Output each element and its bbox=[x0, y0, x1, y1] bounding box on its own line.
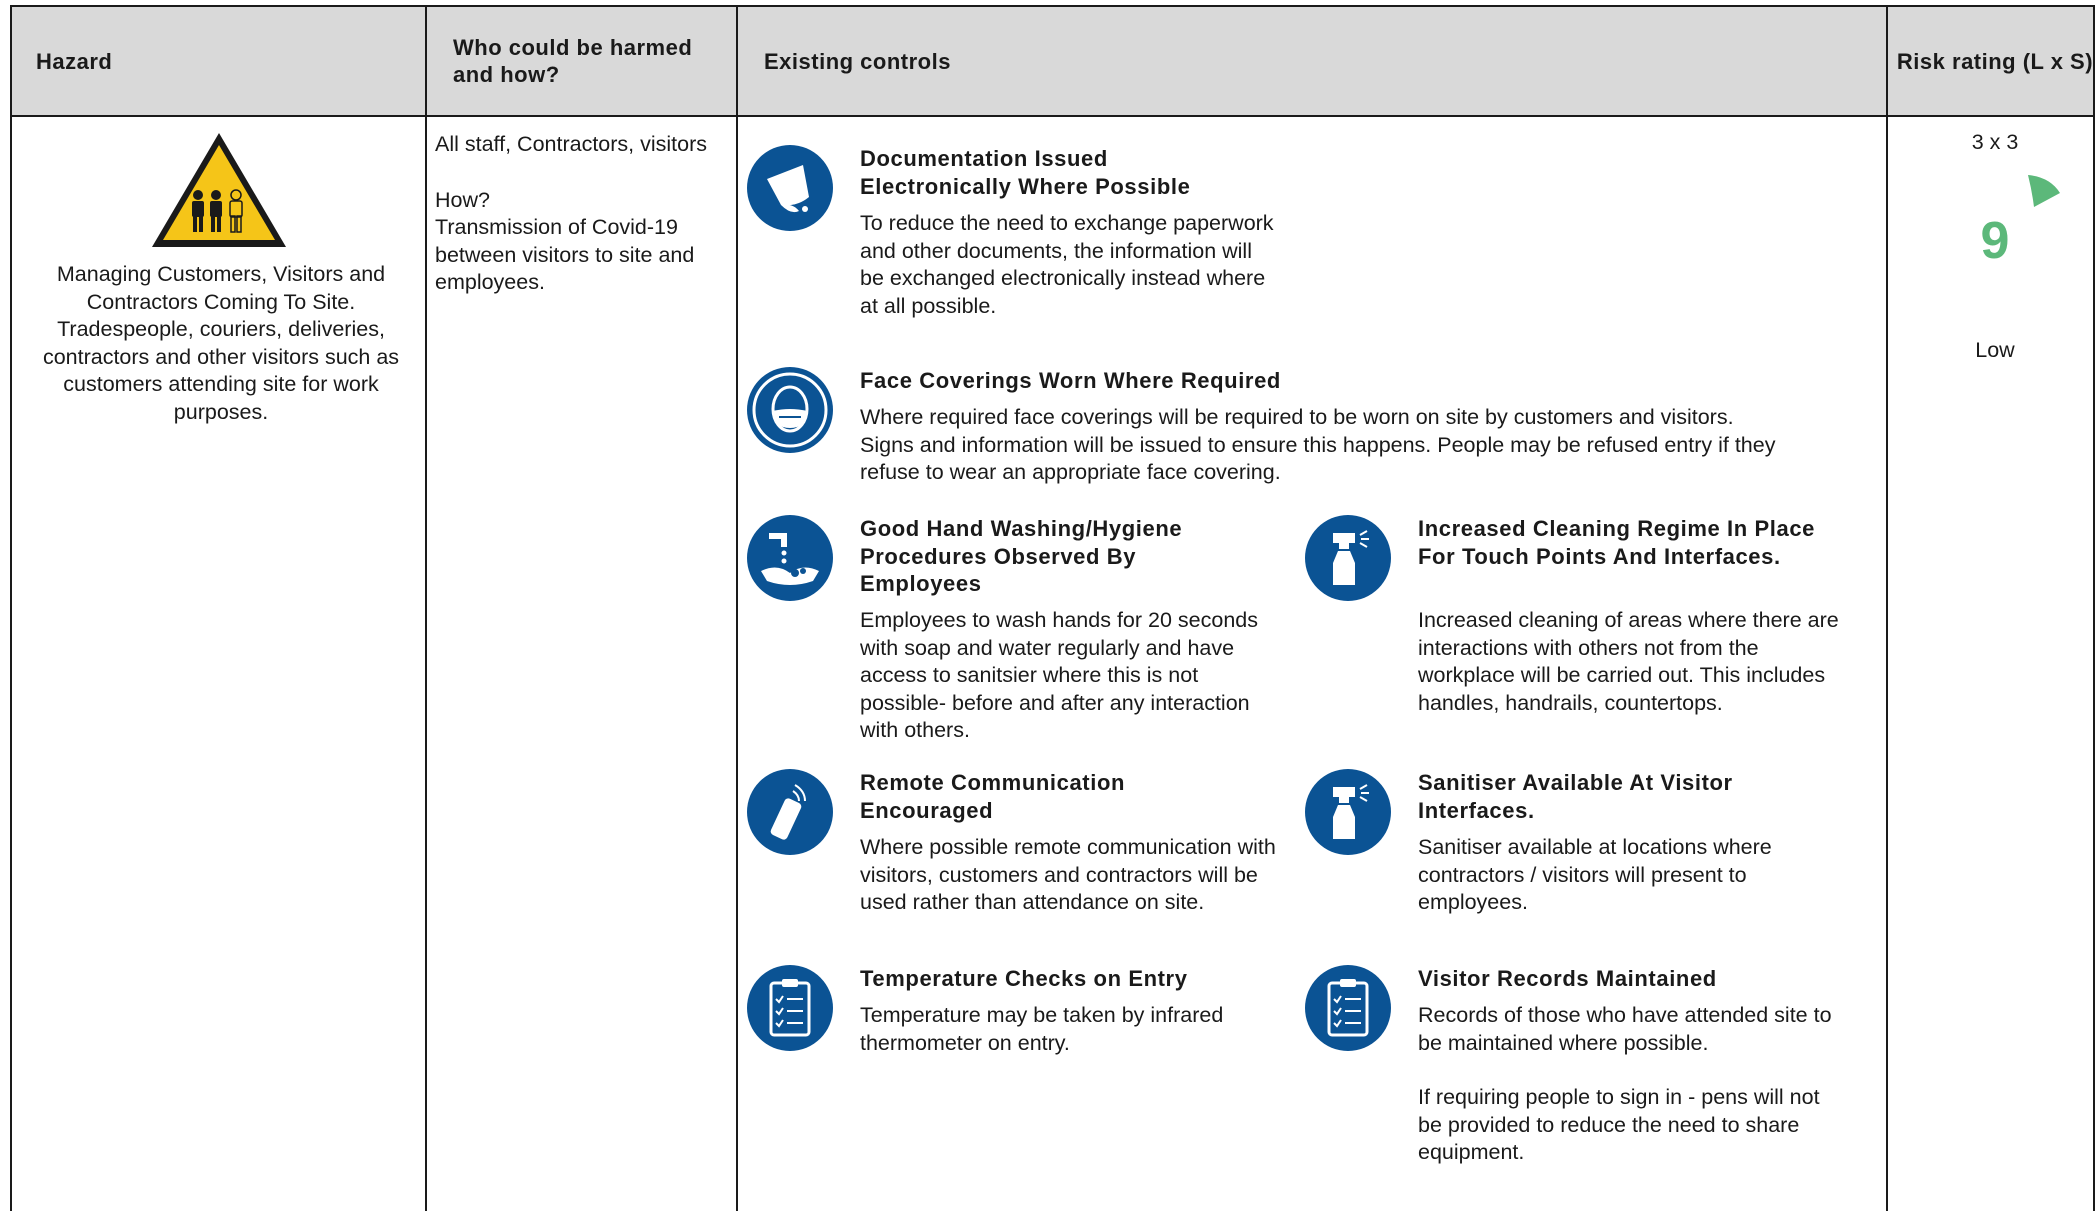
risk-score: 9 bbox=[1980, 212, 2010, 270]
control-title: Visitor Records Maintained bbox=[1418, 966, 1717, 991]
how-description: Transmission of Covid-19 between visitor… bbox=[435, 215, 695, 294]
control-title: Temperature Checks on Entry bbox=[860, 966, 1188, 991]
control-description: Where required face coverings will be re… bbox=[860, 405, 1776, 484]
control-description: Employees to wash hands for 20 seconds w… bbox=[860, 608, 1258, 742]
risk-lxs: 3 x 3 bbox=[1971, 130, 2019, 154]
face-mask-icon bbox=[747, 367, 833, 453]
risk-assessment-table: Hazard Who could be harmed and how? Exis… bbox=[10, 5, 2095, 1211]
hand-washing-icon bbox=[747, 515, 833, 601]
risk-level: Low bbox=[1975, 338, 2015, 362]
control-title: Face Coverings Worn Where Required bbox=[860, 368, 1281, 393]
who-harmed-groups: All staff, Contractors, visitors bbox=[435, 132, 708, 156]
control-title: Remote Communication Encouraged bbox=[860, 770, 1126, 823]
column-divider bbox=[425, 7, 427, 1211]
header-controls: Existing controls bbox=[764, 48, 951, 74]
risk-gauge-icon bbox=[2028, 175, 2060, 207]
clipboard-checklist-icon bbox=[747, 965, 833, 1051]
clipboard-checklist-icon bbox=[1305, 965, 1391, 1051]
header-risk: Risk rating (L x S) bbox=[1896, 48, 2094, 74]
control-title: Increased Cleaning Regime In Place For T… bbox=[1418, 516, 1815, 569]
control-description: Where possible remote communication with… bbox=[860, 835, 1276, 914]
control-description: Records of those who have attended site … bbox=[1418, 1002, 1848, 1167]
document-icon bbox=[747, 145, 833, 231]
hazard-description: Managing Customers, Visitors and Contrac… bbox=[42, 262, 400, 424]
spray-bottle-icon bbox=[1305, 769, 1391, 855]
table-header: Hazard Who could be harmed and how? Exis… bbox=[12, 7, 2093, 117]
header-hazard: Hazard bbox=[36, 48, 113, 74]
control-title: Documentation Issued Electronically Wher… bbox=[860, 146, 1191, 199]
people-warning-triangle-icon bbox=[152, 133, 286, 247]
how-label: How? bbox=[435, 187, 490, 212]
control-description: Temperature may be taken by infrared the… bbox=[860, 1003, 1224, 1055]
control-description-line: If requiring people to sign in - pens wi… bbox=[1418, 1085, 1820, 1164]
column-divider bbox=[736, 7, 738, 1211]
control-title: Good Hand Washing/Hygiene Procedures Obs… bbox=[860, 516, 1183, 596]
column-divider bbox=[1886, 7, 1888, 1211]
control-description-line: Records of those who have attended site … bbox=[1418, 1003, 1832, 1055]
remote-phone-icon bbox=[747, 769, 833, 855]
header-who: Who could be harmed and how? bbox=[453, 35, 693, 87]
control-title: Sanitiser Available At Visitor Interface… bbox=[1418, 770, 1733, 823]
control-description: To reduce the need to exchange paperwork… bbox=[860, 211, 1274, 318]
spray-bottle-icon bbox=[1305, 515, 1391, 601]
control-description: Sanitiser available at locations where c… bbox=[1418, 835, 1772, 914]
who-harmed: All staff, Contractors, visitors How? Tr… bbox=[435, 131, 725, 297]
control-description: Increased cleaning of areas where there … bbox=[1418, 608, 1839, 715]
